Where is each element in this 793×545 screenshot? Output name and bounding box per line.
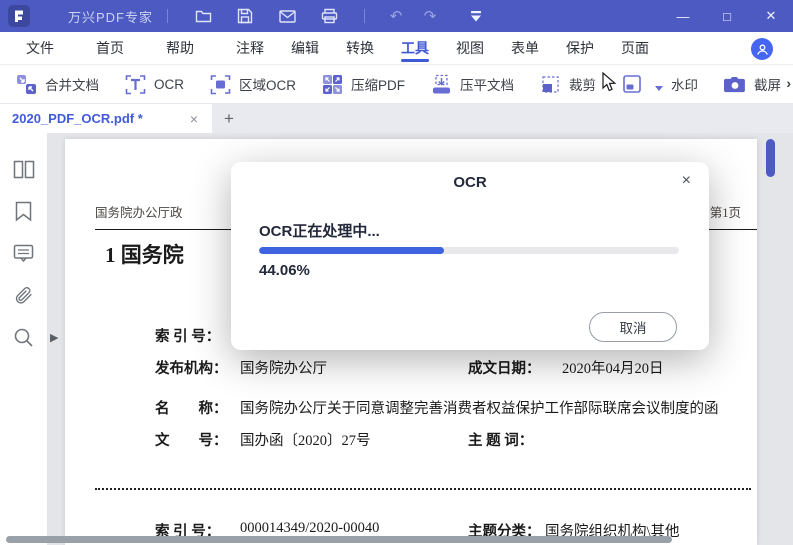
doc-field-label: 成文日期：	[468, 361, 541, 377]
doc-field-value: 000014349/2020-00040	[240, 520, 380, 536]
doc-field-value: 国务院办公厅	[240, 361, 327, 377]
email-icon[interactable]	[272, 4, 302, 28]
attachments-panel-icon[interactable]	[12, 283, 36, 307]
area-ocr-icon	[210, 74, 231, 95]
doc-field-label: 文 号：	[155, 433, 228, 449]
bookmarks-panel-icon[interactable]	[12, 199, 36, 223]
crop-button[interactable]: 裁剪	[540, 74, 596, 95]
area-ocr-button[interactable]: 区域OCR	[210, 74, 296, 95]
doc-field-label: 发布机构：	[155, 361, 228, 377]
dialog-title: OCR	[453, 174, 487, 191]
new-tab-button[interactable]: +	[212, 104, 246, 133]
comments-panel-icon[interactable]	[12, 241, 36, 265]
menu-bar: 文件 首页 帮助 注释 编辑 转换 工具 视图 表单 保护 页面	[0, 32, 793, 65]
doc-field-value: 国务院办公厅关于同意调整完善消费者权益保护工作部际联席会议制度的函	[240, 401, 719, 417]
save-icon[interactable]	[230, 4, 260, 28]
screenshot-button[interactable]: 截屏	[724, 74, 781, 94]
doc-heading: 1 国务院	[105, 243, 184, 267]
merge-icon	[16, 74, 37, 95]
ocr-progress-dialog: OCR × OCR正在处理中... 44.06% 取消	[231, 162, 709, 350]
app-window: 万兴PDF专家 ↶ ↷ — □ ✕ 文件 首页 帮助 注释 编辑 转换 工具 视…	[0, 0, 793, 545]
menu-help[interactable]: 帮助	[160, 32, 200, 64]
tool-label: 压缩PDF	[351, 78, 405, 93]
merge-documents-button[interactable]: 合并文档	[16, 74, 99, 95]
thumbnails-panel-icon[interactable]	[12, 157, 36, 181]
doc-field-label: 主 题 词：	[468, 433, 534, 449]
tool-label: 压平文档	[460, 78, 514, 93]
menu-convert[interactable]: 转换	[340, 32, 380, 64]
search-panel-icon[interactable]	[12, 325, 36, 349]
maximize-button[interactable]: □	[705, 0, 749, 32]
menu-view[interactable]: 视图	[450, 32, 490, 64]
ocr-icon	[125, 74, 146, 95]
sidebar-expand-arrow[interactable]: ▶	[50, 331, 58, 344]
flatten-icon	[431, 74, 452, 95]
menu-home[interactable]: 首页	[90, 32, 130, 64]
redo-icon[interactable]: ↷	[417, 7, 443, 25]
doc-field-value: 2020年04月20日	[562, 361, 664, 377]
doc-dotted-divider	[95, 488, 751, 490]
screenshot-camera-icon	[724, 76, 746, 93]
menu-page[interactable]: 页面	[615, 32, 655, 64]
open-folder-icon[interactable]	[188, 4, 218, 28]
watermark-icon	[622, 74, 644, 95]
menu-form[interactable]: 表单	[505, 32, 545, 64]
doc-field-value: 国办函〔2020〕27号	[240, 433, 371, 449]
tool-label: 裁剪	[569, 78, 596, 93]
ocr-button[interactable]: OCR	[125, 74, 184, 95]
compress-pdf-button[interactable]: 压缩PDF	[322, 74, 405, 95]
watermark-dropdown-caret[interactable]	[655, 85, 663, 91]
tool-label: 合并文档	[45, 78, 99, 93]
tools-ribbon: 合并文档 OCR 区域OCR 压缩PDF 压平文档 裁剪 水印 截屏 ›	[0, 65, 793, 104]
tab-title: 2020_PDF_OCR.pdf *	[12, 111, 143, 126]
tool-label: 截屏	[754, 78, 781, 93]
cancel-button[interactable]: 取消	[589, 312, 677, 342]
flatten-document-button[interactable]: 压平文档	[431, 74, 514, 95]
dialog-close-icon[interactable]: ×	[682, 172, 691, 190]
customize-toolbar-icon[interactable]	[461, 4, 491, 28]
progress-bar-track	[259, 247, 679, 254]
undo-icon[interactable]: ↶	[383, 7, 409, 25]
doc-field-label: 索 引 号：	[155, 329, 221, 345]
tool-label: 水印	[671, 78, 698, 93]
progress-bar-fill	[259, 247, 445, 254]
doc-page-number: 第1页	[709, 206, 741, 220]
app-logo-icon	[8, 5, 30, 27]
doc-header-left: 国务院办公厅政	[95, 206, 183, 220]
menu-file[interactable]: 文件	[20, 32, 60, 64]
tab-close-icon[interactable]: ×	[186, 111, 202, 127]
navigation-sidebar	[0, 133, 48, 545]
mouse-cursor	[602, 71, 617, 98]
title-bar: 万兴PDF专家 ↶ ↷ — □ ✕	[0, 0, 793, 32]
toolbar-overflow-arrow[interactable]: ›	[786, 75, 791, 91]
user-avatar[interactable]	[751, 38, 773, 60]
window-controls: — □ ✕	[661, 0, 793, 32]
ocr-status-text: OCR正在处理中...	[259, 223, 380, 240]
minimize-button[interactable]: —	[661, 0, 705, 32]
compress-icon	[322, 74, 343, 95]
crop-icon	[540, 74, 561, 95]
menu-tools-active[interactable]: 工具	[395, 32, 435, 64]
print-icon[interactable]	[314, 4, 344, 28]
watermark-button[interactable]: 水印	[622, 74, 698, 95]
app-title: 万兴PDF专家	[68, 9, 154, 25]
doc-field-label: 名 称：	[155, 401, 228, 417]
tool-label: OCR	[154, 76, 184, 92]
titlebar-separator	[364, 9, 366, 23]
menu-comment[interactable]: 注释	[230, 32, 270, 64]
progress-percent-label: 44.06%	[259, 262, 310, 279]
menu-protect[interactable]: 保护	[560, 32, 600, 64]
tool-label: 区域OCR	[239, 78, 296, 93]
horizontal-scrollbar-thumb[interactable]	[6, 536, 672, 543]
close-button[interactable]: ✕	[749, 0, 793, 32]
menu-edit[interactable]: 编辑	[285, 32, 325, 64]
document-tab-bar: 2020_PDF_OCR.pdf * × +	[0, 104, 793, 133]
titlebar-separator	[167, 9, 169, 23]
tab-active-document[interactable]: 2020_PDF_OCR.pdf * ×	[0, 104, 212, 133]
vertical-scrollbar-thumb[interactable]	[766, 139, 775, 177]
